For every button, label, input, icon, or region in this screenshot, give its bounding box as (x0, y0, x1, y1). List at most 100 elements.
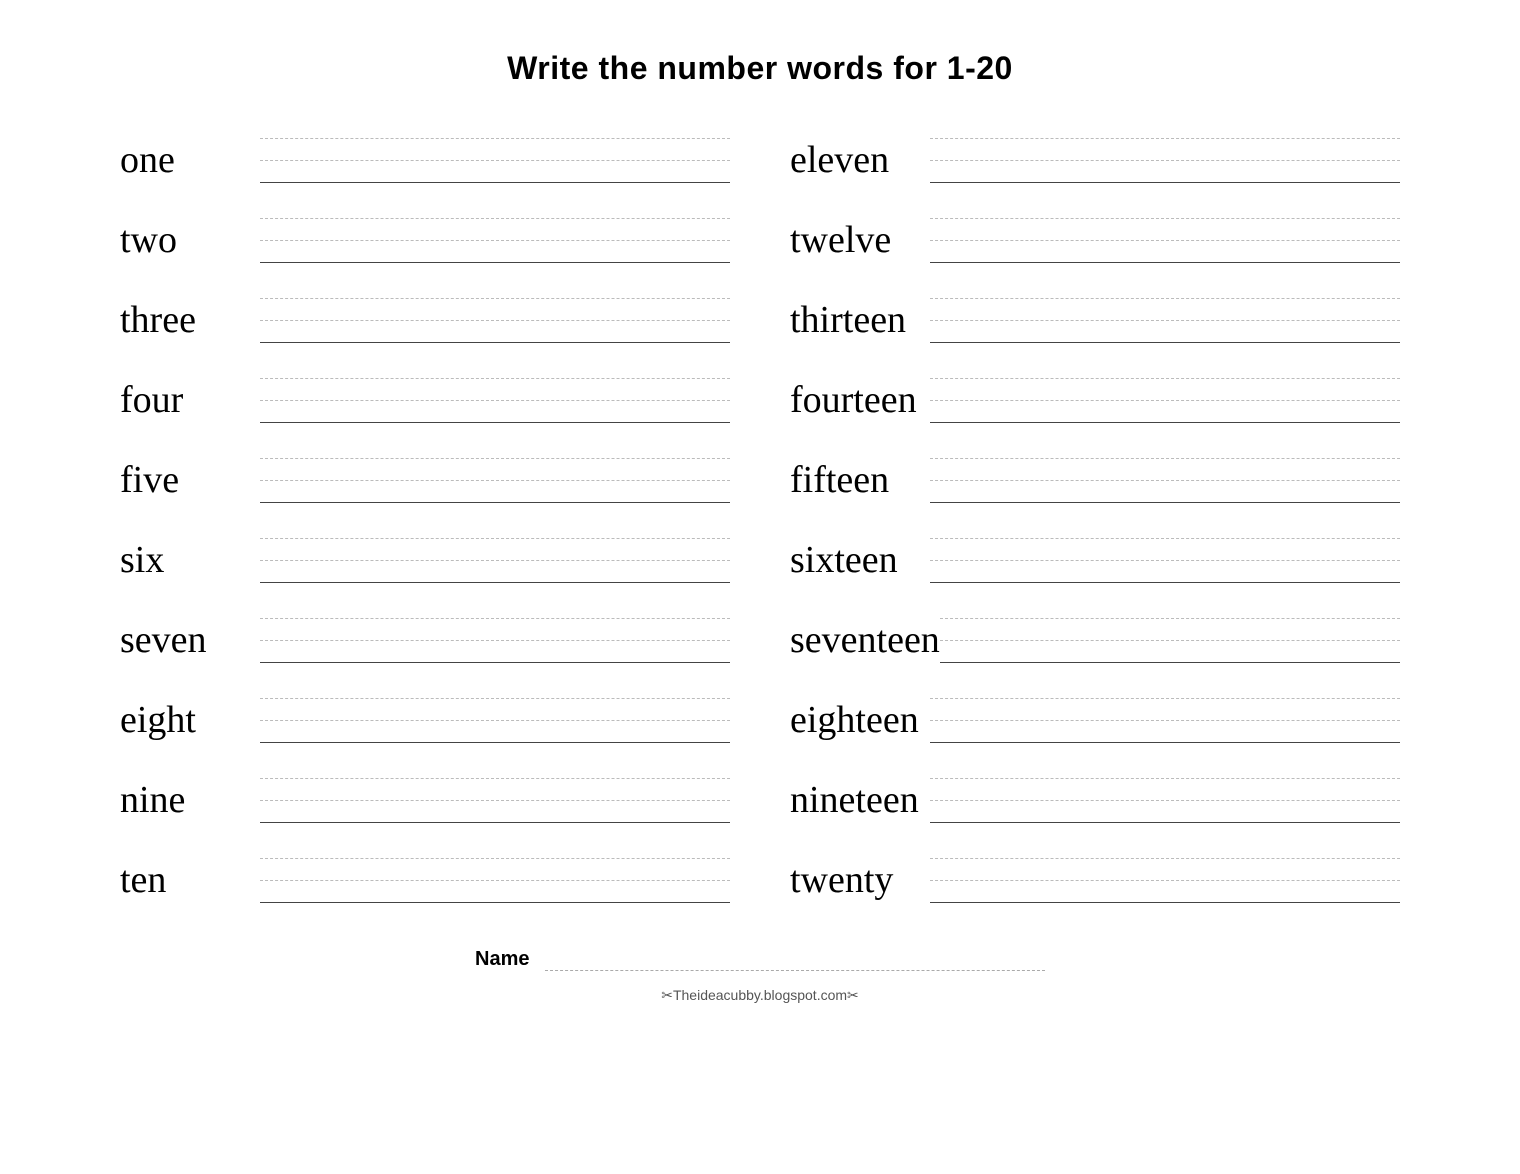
page-title: Write the number words for 1-20 (120, 50, 1400, 87)
list-item: seven (120, 597, 730, 663)
word-label: fourteen (790, 381, 930, 423)
word-label: nineteen (790, 781, 930, 823)
list-item: twenty (790, 837, 1400, 903)
writing-lines[interactable] (260, 677, 730, 743)
base-line (930, 881, 1400, 903)
writing-lines[interactable] (930, 677, 1400, 743)
list-item: eleven (790, 117, 1400, 183)
mid-line (940, 619, 1400, 641)
writing-lines[interactable] (260, 357, 730, 423)
mid-line (930, 379, 1400, 401)
right-column: eleven twelve thirteen fourteen fifteen sixte… (790, 117, 1400, 917)
writing-lines[interactable] (260, 837, 730, 903)
word-label: eleven (790, 141, 930, 183)
writing-lines[interactable] (260, 197, 730, 263)
top-line (930, 757, 1400, 779)
base-line (260, 561, 730, 583)
top-line (930, 677, 1400, 699)
word-label: thirteen (790, 301, 930, 343)
base-line (930, 721, 1400, 743)
top-line (930, 117, 1400, 139)
list-item: fourteen (790, 357, 1400, 423)
word-label: one (120, 141, 260, 183)
top-line (930, 517, 1400, 539)
name-line[interactable] (545, 947, 1045, 971)
list-item: two (120, 197, 730, 263)
writing-lines[interactable] (930, 277, 1400, 343)
columns-wrapper: onetwothreefourfivesixseveneightnineten … (120, 117, 1400, 917)
mid-line (930, 779, 1400, 801)
writing-lines[interactable] (260, 437, 730, 503)
word-label: fifteen (790, 461, 930, 503)
word-label: four (120, 381, 260, 423)
top-line (930, 357, 1400, 379)
list-item: nine (120, 757, 730, 823)
top-line (930, 837, 1400, 859)
base-line (260, 641, 730, 663)
top-line (260, 437, 730, 459)
footer: Name (120, 947, 1400, 971)
base-line (930, 161, 1400, 183)
writing-lines[interactable] (930, 197, 1400, 263)
base-line (260, 801, 730, 823)
mid-line (260, 219, 730, 241)
writing-lines[interactable] (930, 517, 1400, 583)
top-line (930, 437, 1400, 459)
mid-line (930, 859, 1400, 881)
writing-lines[interactable] (930, 757, 1400, 823)
word-label: nine (120, 781, 260, 823)
word-label: twelve (790, 221, 930, 263)
base-line (260, 481, 730, 503)
mid-line (930, 139, 1400, 161)
list-item: three (120, 277, 730, 343)
base-line (930, 321, 1400, 343)
base-line (930, 561, 1400, 583)
writing-lines[interactable] (930, 437, 1400, 503)
base-line (260, 721, 730, 743)
word-label: six (120, 541, 260, 583)
list-item: four (120, 357, 730, 423)
word-label: eighteen (790, 701, 930, 743)
base-line (940, 641, 1400, 663)
top-line (930, 277, 1400, 299)
word-label: sixteen (790, 541, 930, 583)
base-line (260, 161, 730, 183)
top-line (940, 597, 1400, 619)
list-item: twelve (790, 197, 1400, 263)
worksheet: Write the number words for 1-20 one two th… (60, 20, 1460, 1044)
list-item: one (120, 117, 730, 183)
writing-lines[interactable] (930, 357, 1400, 423)
mid-line (260, 619, 730, 641)
attribution-text: ✂Theideacubby.blogspot.com✂ (120, 987, 1400, 1004)
writing-lines[interactable] (930, 837, 1400, 903)
base-line (930, 241, 1400, 263)
top-line (260, 677, 730, 699)
writing-lines[interactable] (260, 277, 730, 343)
base-line (260, 321, 730, 343)
top-line (260, 117, 730, 139)
mid-line (260, 859, 730, 881)
base-line (260, 401, 730, 423)
top-line (260, 357, 730, 379)
writing-lines[interactable] (930, 117, 1400, 183)
list-item: six (120, 517, 730, 583)
writing-lines[interactable] (260, 597, 730, 663)
word-label: seven (120, 621, 260, 663)
mid-line (260, 779, 730, 801)
base-line (930, 481, 1400, 503)
list-item: sixteen (790, 517, 1400, 583)
top-line (930, 197, 1400, 219)
writing-lines[interactable] (940, 597, 1400, 663)
writing-lines[interactable] (260, 757, 730, 823)
mid-line (930, 539, 1400, 561)
top-line (260, 197, 730, 219)
word-label: five (120, 461, 260, 503)
mid-line (260, 539, 730, 561)
left-column: onetwothreefourfivesixseveneightnineten (120, 117, 730, 917)
list-item: five (120, 437, 730, 503)
writing-lines[interactable] (260, 117, 730, 183)
word-label: eight (120, 701, 260, 743)
writing-lines[interactable] (260, 517, 730, 583)
mid-line (260, 299, 730, 321)
name-label: Name (475, 948, 535, 971)
